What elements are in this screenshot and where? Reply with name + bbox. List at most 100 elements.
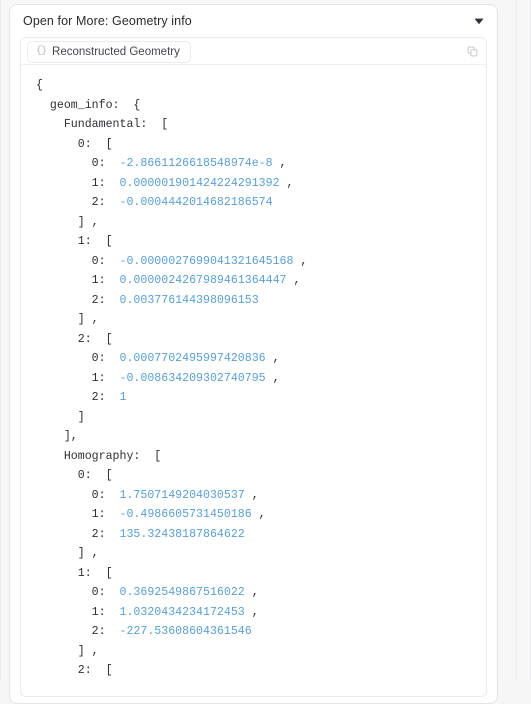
json-comma: , [84, 547, 99, 560]
json-comma: , [84, 313, 99, 326]
json-comma: , [244, 605, 259, 619]
json-punct: { [36, 79, 43, 92]
json-key: 2: [91, 293, 106, 307]
json-comma: , [279, 176, 294, 190]
json-key: Homography: [63, 449, 141, 463]
json-line: 1: 0.0000024267989461364447 , [36, 271, 486, 291]
json-value: 0.00099480158991417 [120, 684, 252, 686]
json-punct: [ [154, 449, 162, 463]
json-line: 2: 135.32438187864622 [36, 525, 486, 545]
json-value: 0.3692549867516022 [119, 586, 245, 599]
app-root: Open for More: Geometry info {} Reconstr… [0, 0, 531, 704]
right-column-divider [516, 0, 517, 680]
expander-header[interactable]: Open for More: Geometry info [10, 5, 497, 37]
json-line: { [36, 76, 486, 96]
json-key: 2: [91, 196, 106, 209]
tab-label: Reconstructed Geometry [52, 46, 180, 58]
json-punct: ] [77, 313, 85, 326]
json-key: 0: [91, 488, 106, 502]
json-value: -227.53608604361546 [119, 625, 252, 638]
json-punct: ] [77, 410, 85, 424]
geometry-info-expander: Open for More: Geometry info {} Reconstr… [9, 4, 498, 704]
json-comma: , [293, 254, 308, 268]
json-comma: , [286, 274, 301, 287]
json-line: geom_info: { [36, 96, 486, 116]
json-line: 0: [ [36, 466, 486, 486]
json-line: Homography: [ [36, 447, 486, 467]
json-line: 2: 0.003776144398096153 [36, 291, 486, 311]
json-line: 0: -2.8661126618548974e-8 , [36, 154, 486, 174]
json-punct: ] [77, 215, 85, 229]
left-edge-divider [0, 0, 1, 680]
json-comma: , [244, 586, 259, 599]
json-key: Fundamental: [63, 118, 148, 131]
json-punct: [ [105, 566, 113, 580]
json-line: Fundamental: [ [36, 115, 486, 135]
json-comma: , [265, 371, 280, 385]
json-value: 0.0007702495997420836 [119, 352, 266, 365]
json-key: 2: [91, 391, 106, 404]
json-line: 0: 0.3692549867516022 , [36, 583, 486, 603]
json-comma: , [252, 684, 266, 686]
json-value: 1 [119, 391, 127, 404]
expander-title: Open for More: Geometry info [23, 14, 192, 28]
json-key: 0: [91, 157, 106, 170]
json-comma: , [265, 352, 280, 365]
json-value: 135.32438187864622 [119, 527, 245, 541]
json-key: 1: [91, 176, 106, 190]
json-value: 1.0320434234172453 [119, 605, 245, 619]
json-line: ] [36, 408, 486, 428]
json-key: 2: [77, 664, 92, 677]
json-key: 0: [91, 586, 106, 599]
json-key: 2: [77, 332, 92, 346]
json-key: 1: [91, 605, 106, 619]
json-line: 2: -0.0004442014682186574 [36, 193, 486, 213]
json-line: 1: 0.000001901424224291392 , [36, 174, 486, 194]
chevron-down-icon[interactable] [472, 14, 486, 28]
json-key: 1: [77, 566, 92, 580]
json-line: 0: 1.7507149204030537 , [36, 486, 486, 506]
json-viewer-tabbar: {} Reconstructed Geometry [21, 38, 486, 65]
json-key: geom_info: [49, 98, 120, 112]
braces-icon: {} [36, 46, 47, 57]
json-line: 0: -0.0000027699041321645168 , [36, 252, 486, 272]
json-tree-content: { geom_info: { Fundamental: [ 0: [ 0: -2… [21, 65, 486, 685]
json-line: 1: -0.008634209302740795 , [36, 369, 486, 389]
json-line: ] , [36, 310, 486, 330]
json-line: 1: [ [36, 564, 486, 584]
json-line: 2: 1 [36, 388, 486, 408]
json-value: -0.4986605731450186 [119, 508, 252, 521]
json-punct: [ [161, 118, 169, 131]
json-value: 0.003776144398096153 [119, 293, 259, 307]
json-comma: , [244, 488, 259, 502]
json-line: ], [36, 427, 486, 447]
json-line: ] , [36, 213, 486, 233]
json-line: 2: [ [36, 330, 486, 350]
json-key: 1: [91, 274, 106, 287]
json-line: ] , [36, 642, 486, 662]
json-punct: { [133, 98, 141, 112]
json-key: 1: [91, 371, 106, 385]
json-key: 1: [91, 508, 106, 521]
json-comma: , [251, 508, 266, 521]
json-line: 2: -227.53608604361546 [36, 622, 486, 642]
json-comma: , [84, 215, 99, 229]
json-line: 1: 1.0320434234172453 , [36, 603, 486, 623]
json-line: 0: 0.0007702495997420836 , [36, 349, 486, 369]
json-key: 2: [91, 527, 106, 541]
json-value: 0.000001901424224291392 [119, 176, 280, 190]
copy-icon[interactable] [463, 42, 481, 60]
tab-reconstructed-geometry[interactable]: {} Reconstructed Geometry [27, 41, 191, 63]
json-key: 0: [92, 684, 106, 686]
json-line: 0: [ [36, 135, 486, 155]
json-punct: ], [63, 430, 78, 443]
json-line: 1: -0.4986605731450186 , [36, 505, 486, 525]
json-line: ] , [36, 544, 486, 564]
json-key: 1: [77, 235, 92, 248]
json-value: -2.8661126618548974e-8 [119, 157, 273, 170]
json-key: 0: [77, 137, 92, 151]
json-key: 0: [77, 469, 92, 482]
json-key: 2: [91, 625, 106, 638]
json-comma: , [84, 644, 99, 658]
json-viewer-panel: {} Reconstructed Geometry { geom_info: {… [20, 37, 487, 697]
